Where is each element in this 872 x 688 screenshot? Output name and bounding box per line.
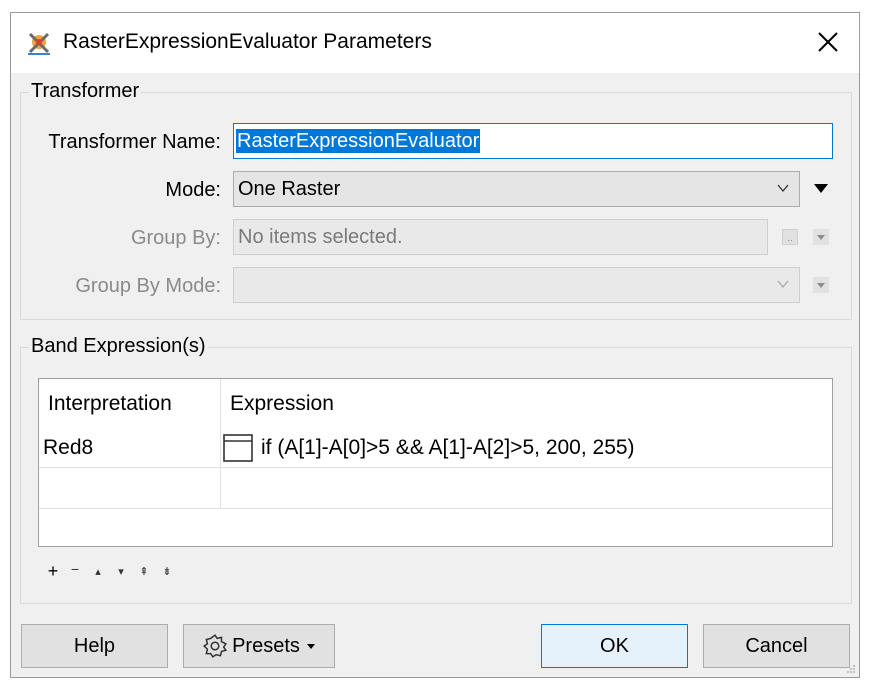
dialog-window: RasterExpressionEvaluator Parameters Tra… — [10, 12, 860, 678]
resize-grip-icon[interactable] — [846, 664, 856, 674]
transformer-app-icon — [28, 32, 50, 55]
group-by-mode-options-triangle-icon — [813, 277, 829, 293]
cancel-button[interactable]: Cancel — [703, 624, 850, 668]
expression-cell[interactable]: if (A[1]-A[0]>5 && A[1]-A[2]>5, 200, 255… — [261, 436, 635, 460]
band-expression-table[interactable]: Interpretation Expression Red8 if (A[1]-… — [38, 378, 833, 547]
group-by-browse-button: .. — [782, 229, 798, 245]
mode-label: Mode: — [165, 179, 221, 201]
presets-button[interactable]: Presets — [183, 624, 335, 668]
chevron-down-icon — [777, 184, 789, 193]
presets-label: Presets — [232, 634, 300, 657]
group-by-value: No items selected. — [238, 226, 403, 248]
mode-options-triangle-icon[interactable] — [813, 181, 829, 197]
group-by-mode-label: Group By Mode: — [75, 275, 221, 297]
transformer-group-label: Transformer — [29, 80, 142, 103]
band-expression-group-label: Band Expression(s) — [29, 335, 208, 358]
remove-row-button[interactable]: − — [67, 561, 83, 577]
mode-select[interactable]: One Raster — [233, 171, 800, 207]
group-by-options-triangle-icon — [813, 229, 829, 245]
transformer-name-input[interactable]: RasterExpressionEvaluator — [233, 123, 833, 159]
column-header-expression: Expression — [230, 392, 334, 415]
group-by-mode-select — [233, 267, 800, 303]
dialog-title: RasterExpressionEvaluator Parameters — [63, 30, 432, 53]
chevron-down-icon — [777, 280, 789, 289]
close-icon[interactable] — [813, 27, 843, 57]
help-button[interactable]: Help — [21, 624, 168, 668]
add-row-button[interactable]: + — [45, 561, 61, 582]
group-by-input: No items selected. — [233, 219, 768, 255]
column-divider — [220, 379, 221, 509]
group-by-label: Group By: — [130, 227, 221, 249]
row-divider — [39, 467, 832, 468]
mode-value: One Raster — [238, 178, 341, 200]
move-top-button[interactable]: ⇞ — [136, 565, 152, 578]
transformer-name-value: RasterExpressionEvaluator — [236, 129, 481, 153]
title-bar: RasterExpressionEvaluator Parameters — [11, 13, 859, 73]
column-header-interpretation: Interpretation — [48, 392, 172, 415]
move-up-button[interactable]: ▴ — [90, 565, 106, 578]
interpretation-cell[interactable]: Red8 — [43, 436, 93, 460]
ok-button[interactable]: OK — [541, 624, 688, 668]
gear-icon — [203, 634, 228, 658]
move-bottom-button[interactable]: ⇟ — [159, 565, 175, 578]
expression-editor-icon[interactable] — [223, 434, 253, 462]
move-down-button[interactable]: ▾ — [113, 565, 129, 578]
transformer-name-label: Transformer Name: — [48, 131, 221, 153]
row-divider — [39, 508, 832, 509]
caret-down-icon — [306, 644, 315, 649]
